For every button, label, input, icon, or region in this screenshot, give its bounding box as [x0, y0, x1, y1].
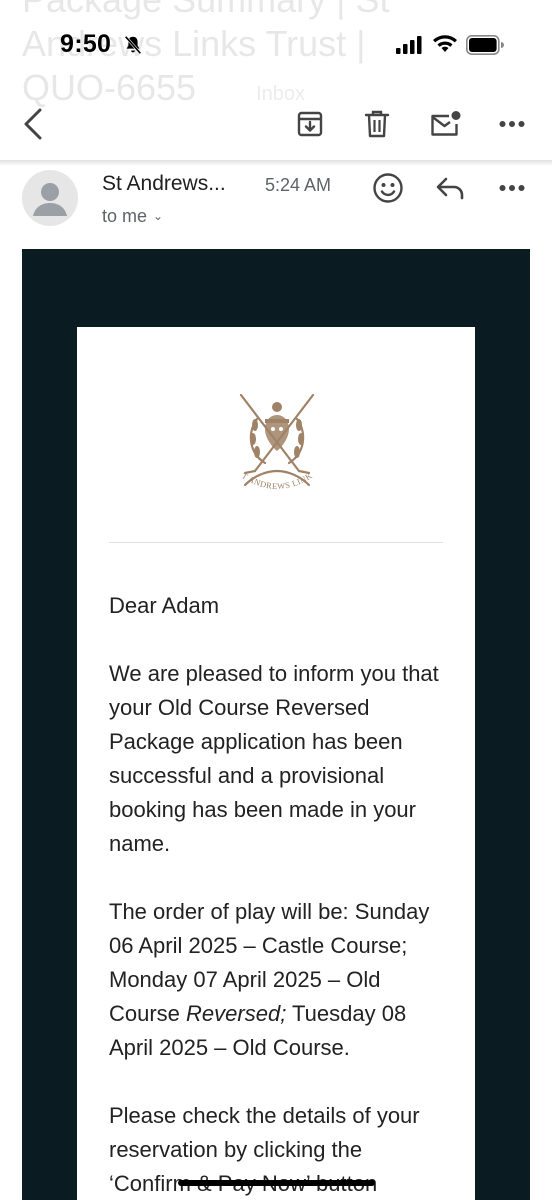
chevron-down-icon: ⌄ — [153, 209, 164, 223]
smiley-icon — [373, 173, 403, 203]
more-horizontal-icon — [499, 121, 525, 127]
paragraph-order-of-play: The order of play will be: Sunday 06 Apr… — [109, 899, 430, 1060]
email-card: ST ANDREWS LINKS Dear Adam We are please… — [77, 327, 475, 1200]
status-time: 9:50 — [60, 30, 112, 58]
recipient-label: to me — [102, 206, 148, 226]
battery-icon — [466, 35, 504, 55]
paragraph-success: We are pleased to inform you that your O… — [109, 661, 439, 856]
archive-button[interactable] — [290, 104, 330, 144]
mail-unread-icon — [431, 111, 461, 136]
delete-button[interactable] — [357, 104, 397, 144]
recipient-toggle[interactable]: to me ⌄ — [102, 206, 163, 227]
home-indicator[interactable] — [178, 1180, 375, 1186]
person-icon — [33, 183, 67, 216]
email-body-frame: ST ANDREWS LINKS Dear Adam We are please… — [22, 249, 530, 1200]
greeting: Dear Adam — [109, 593, 220, 618]
cellular-signal-icon — [396, 36, 422, 54]
st-andrews-links-crest-logo: ST ANDREWS LINKS — [227, 389, 315, 491]
back-button[interactable] — [12, 104, 52, 144]
toolbar-divider — [0, 160, 552, 166]
email-text: Dear Adam We are pleased to inform you t… — [109, 589, 449, 1200]
mark-unread-button[interactable] — [425, 104, 465, 144]
sender-header: St Andrews... 5:24 AM to me ⌄ — [0, 168, 552, 238]
message-more-button[interactable] — [494, 170, 530, 206]
status-bar: 9:50 — [0, 0, 552, 92]
message-toolbar — [0, 92, 552, 162]
bell-off-icon — [124, 35, 142, 55]
reply-button[interactable] — [432, 170, 468, 206]
trash-icon — [364, 110, 390, 138]
sender-name[interactable]: St Andrews... — [102, 172, 226, 196]
reply-icon — [436, 177, 464, 200]
emoji-react-button[interactable] — [370, 170, 406, 206]
avatar[interactable] — [22, 170, 78, 226]
header-rule — [109, 542, 443, 543]
wifi-icon — [433, 35, 457, 52]
archive-icon — [297, 111, 323, 137]
sender-time: 5:24 AM — [265, 175, 332, 195]
more-options-button[interactable] — [492, 104, 532, 144]
more-horizontal-icon — [499, 185, 525, 191]
chevron-left-icon — [24, 108, 42, 140]
